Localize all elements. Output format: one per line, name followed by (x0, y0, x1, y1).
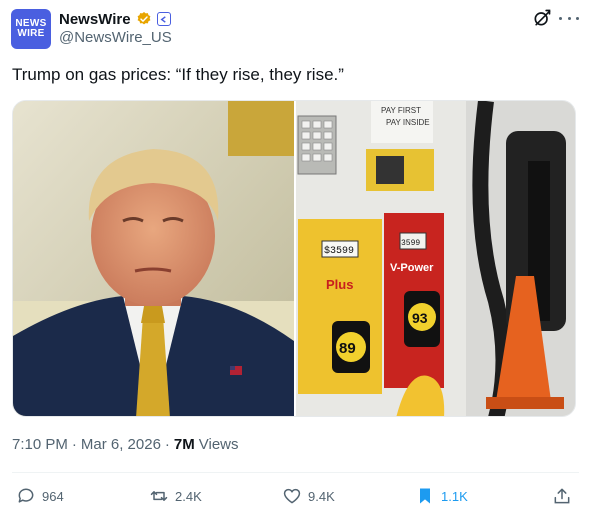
price-left: $3599 (324, 245, 354, 257)
views-label: Views (198, 436, 239, 453)
more-options-icon[interactable] (559, 8, 579, 28)
divider (12, 472, 579, 473)
like-button[interactable]: 9.4K (282, 486, 335, 506)
affiliate-badge-icon[interactable] (156, 12, 171, 26)
tweet-text: Trump on gas prices: “If they rise, they… (12, 65, 344, 84)
repost-icon (150, 491, 168, 501)
like-count: 9.4K (308, 488, 335, 504)
grade-left: Plus (326, 277, 353, 292)
avatar[interactable]: NEWS WIRE (11, 9, 51, 49)
name-row: NewsWire (59, 9, 171, 29)
avatar-text-line2: WIRE (17, 28, 45, 39)
sign-text-1: PAY FIRST (381, 106, 421, 115)
tweet-meta: 7:10 PM · Mar 6, 2026 · 7M Views (12, 436, 239, 453)
bookmark-icon (420, 488, 430, 504)
octane-right: 93 (412, 310, 428, 326)
heart-icon (283, 488, 301, 504)
separator: · (71, 436, 77, 453)
tweet-time[interactable]: 7:10 PM (12, 436, 68, 453)
grok-icon[interactable] (532, 8, 552, 28)
views-count: 7M (173, 436, 195, 453)
share-icon (554, 488, 570, 504)
action-bar: 964 2.4K 9.4K 1.1K (12, 486, 576, 508)
price-right: 3599 (401, 239, 420, 248)
sign-text-2: PAY INSIDE (386, 118, 430, 127)
bookmark-count: 1.1K (441, 488, 468, 504)
octane-left: 89 (339, 340, 356, 357)
photo-gas-pump[interactable]: PAY FIRST PAY INSIDE $3599 Plus 89 3599 … (296, 101, 575, 416)
repost-button[interactable]: 2.4K (149, 486, 202, 506)
bookmark-button[interactable]: 1.1K (415, 486, 468, 506)
photo-portrait[interactable] (13, 101, 294, 416)
repost-count: 2.4K (175, 488, 202, 504)
handle[interactable]: @NewsWire_US (59, 29, 172, 46)
grade-right: V-Power (390, 262, 434, 274)
reply-button[interactable]: 964 (16, 486, 64, 506)
display-name[interactable]: NewsWire (59, 11, 131, 28)
separator: · (164, 436, 170, 453)
tweet-date[interactable]: Mar 6, 2026 (81, 436, 161, 453)
share-button[interactable] (552, 486, 572, 506)
verified-badge-icon[interactable] (136, 11, 152, 27)
reply-count: 964 (42, 488, 64, 504)
reply-icon (18, 488, 34, 503)
media-grid[interactable]: PAY FIRST PAY INSIDE $3599 Plus 89 3599 … (12, 100, 576, 417)
